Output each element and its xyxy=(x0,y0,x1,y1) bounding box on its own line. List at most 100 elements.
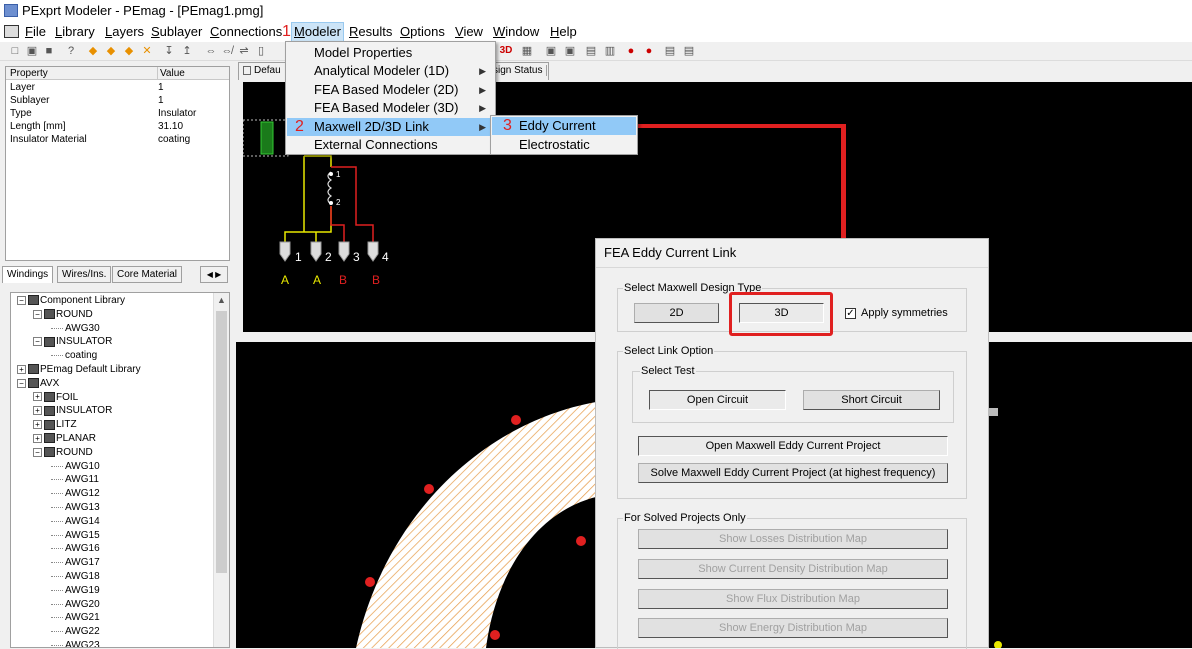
menu-item-fea-modeler-3d[interactable]: FEA Based Modeler (3D) ▶ xyxy=(287,99,494,117)
tool-icon[interactable]: ◆ xyxy=(122,44,136,58)
tree-node[interactable]: AWG23 xyxy=(51,640,100,647)
show-current-density-button[interactable]: Show Current Density Distribution Map xyxy=(638,559,948,579)
tab-scroll-arrows[interactable]: ◀ ▶ xyxy=(200,266,228,283)
property-row[interactable]: Layer 1 xyxy=(6,81,229,94)
tree-node[interactable]: AWG22 xyxy=(51,626,100,638)
show-energy-button[interactable]: Show Energy Distribution Map xyxy=(638,618,948,638)
expand-icon[interactable]: + xyxy=(17,364,26,374)
menu-connections[interactable]: Connections xyxy=(210,22,282,42)
tree-node[interactable]: − ROUND xyxy=(33,447,93,459)
tree-node[interactable]: AWG15 xyxy=(51,530,100,542)
scroll-up-icon[interactable]: ▲ xyxy=(217,295,226,305)
menu-help[interactable]: Help xyxy=(550,22,577,42)
tree-node[interactable]: + INSULATOR xyxy=(33,405,112,417)
tree-node[interactable]: AWG13 xyxy=(51,502,100,514)
show-losses-button[interactable]: Show Losses Distribution Map xyxy=(638,529,948,549)
menu-view[interactable]: View xyxy=(455,22,483,42)
open-project-button[interactable]: Open Maxwell Eddy Current Project xyxy=(638,436,948,456)
expand-icon[interactable]: + xyxy=(33,420,42,430)
tool-icon[interactable]: ▤ xyxy=(682,44,696,58)
tool-icon[interactable]: ▯ xyxy=(254,44,268,58)
tool-icon[interactable]: ⇔ xyxy=(204,44,218,58)
menu-layers[interactable]: Layers xyxy=(105,22,144,42)
collapse-icon[interactable]: − xyxy=(17,295,26,305)
tree-node[interactable]: − INSULATOR xyxy=(33,336,112,348)
tree-node[interactable]: AWG16 xyxy=(51,543,100,555)
apply-symmetries-checkbox[interactable]: ✓ xyxy=(845,308,856,319)
tree-node[interactable]: AWG20 xyxy=(51,599,100,611)
menu-sublayer[interactable]: Sublayer xyxy=(151,22,202,42)
menu-file[interactable]: File xyxy=(25,22,46,42)
tree-node[interactable]: AWG14 xyxy=(51,516,100,528)
tool-icon[interactable]: ▦ xyxy=(520,44,534,58)
menu-item-eddy-current[interactable]: Eddy Current xyxy=(492,117,636,135)
scroll-thumb[interactable] xyxy=(216,311,227,573)
collapse-icon[interactable]: − xyxy=(33,309,42,319)
tree-node[interactable]: coating xyxy=(51,350,97,362)
tool-icon[interactable]: ↧ xyxy=(162,44,176,58)
tree-node[interactable]: + LITZ xyxy=(33,419,77,431)
tool-icon[interactable]: ▤ xyxy=(584,44,598,58)
tab-design-status[interactable]: sign Status xyxy=(493,65,548,76)
tree-node[interactable]: AWG30 xyxy=(51,323,100,335)
help-icon[interactable]: ? xyxy=(64,44,78,58)
collapse-icon[interactable]: − xyxy=(33,447,42,457)
open-icon[interactable]: ▣ xyxy=(25,44,39,58)
delete-icon[interactable]: ✕ xyxy=(140,44,154,58)
property-row[interactable]: Sublayer 1 xyxy=(6,94,229,107)
open-circuit-button[interactable]: Open Circuit xyxy=(649,390,786,410)
tree-node[interactable]: AWG10 xyxy=(51,461,100,473)
tree-node[interactable]: − AVX xyxy=(17,378,59,390)
menu-item-maxwell-2d-3d-link[interactable]: Maxwell 2D/3D Link ▶ 2 xyxy=(287,117,494,136)
tool-icon[interactable]: ◆ xyxy=(104,44,118,58)
property-row[interactable]: Type Insulator xyxy=(6,107,229,120)
expand-icon[interactable]: + xyxy=(33,433,42,443)
menu-modeler[interactable]: Modeler xyxy=(291,22,344,42)
property-row[interactable]: Length [mm] 31.10 xyxy=(6,120,229,133)
tree-node[interactable]: AWG18 xyxy=(51,571,100,583)
tool-icon[interactable]: ⇌ xyxy=(237,44,251,58)
tool-icon[interactable]: ▣ xyxy=(544,44,558,58)
tree-node[interactable]: AWG11 xyxy=(51,474,99,486)
menu-item-electrostatic[interactable]: Electrostatic xyxy=(492,136,636,154)
tool-icon[interactable]: ⇎ xyxy=(220,44,234,58)
tab-core-material[interactable]: Core Material xyxy=(112,266,183,283)
menu-library[interactable]: Library xyxy=(55,22,95,42)
zoom-out-icon[interactable]: ● xyxy=(642,44,656,58)
tool-icon[interactable]: ▣ xyxy=(563,44,577,58)
tree-node[interactable]: AWG17 xyxy=(51,557,100,569)
menu-window[interactable]: Window xyxy=(493,22,539,42)
tool-icon[interactable]: ▤ xyxy=(663,44,677,58)
tree-scrollbar[interactable]: ▲ xyxy=(213,293,229,647)
save-icon[interactable]: ■ xyxy=(42,44,56,58)
tree-node[interactable]: + PEmag Default Library xyxy=(17,364,141,376)
zoom-in-icon[interactable]: ● xyxy=(624,44,638,58)
expand-icon[interactable]: + xyxy=(33,392,42,402)
tree-node[interactable]: AWG19 xyxy=(51,585,100,597)
menu-results[interactable]: Results xyxy=(349,22,392,42)
tab-wires-ins[interactable]: Wires/Ins. xyxy=(57,266,112,283)
menu-item-model-properties[interactable]: Model Properties xyxy=(287,44,494,62)
2d-button[interactable]: 2D xyxy=(634,303,719,323)
menu-options[interactable]: Options xyxy=(400,22,445,42)
short-circuit-button[interactable]: Short Circuit xyxy=(803,390,940,410)
tree-node[interactable]: + PLANAR xyxy=(33,433,96,445)
tree-node[interactable]: AWG12 xyxy=(51,488,100,500)
tab-windings[interactable]: Windings xyxy=(2,266,54,283)
expand-icon[interactable]: + xyxy=(33,406,42,416)
collapse-icon[interactable]: − xyxy=(17,378,26,388)
3d-icon[interactable]: 3D xyxy=(497,44,515,58)
tree-node[interactable]: − ROUND xyxy=(33,309,93,321)
tool-icon[interactable]: ◆ xyxy=(86,44,100,58)
collapse-icon[interactable]: − xyxy=(33,337,42,347)
mdi-doc-icon[interactable] xyxy=(4,25,19,38)
show-flux-button[interactable]: Show Flux Distribution Map xyxy=(638,589,948,609)
menu-item-analytical-modeler-1d[interactable]: Analytical Modeler (1D) ▶ xyxy=(287,62,494,80)
tree-node[interactable]: − Component Library xyxy=(17,295,125,307)
tool-icon[interactable]: ▥ xyxy=(603,44,617,58)
menu-item-external-connections[interactable]: External Connections xyxy=(287,136,494,154)
menu-item-fea-modeler-2d[interactable]: FEA Based Modeler (2D) ▶ xyxy=(287,81,494,99)
property-row[interactable]: Insulator Material coating xyxy=(6,133,229,146)
tool-icon[interactable]: ↥ xyxy=(180,44,194,58)
new-icon[interactable]: □ xyxy=(8,44,22,58)
